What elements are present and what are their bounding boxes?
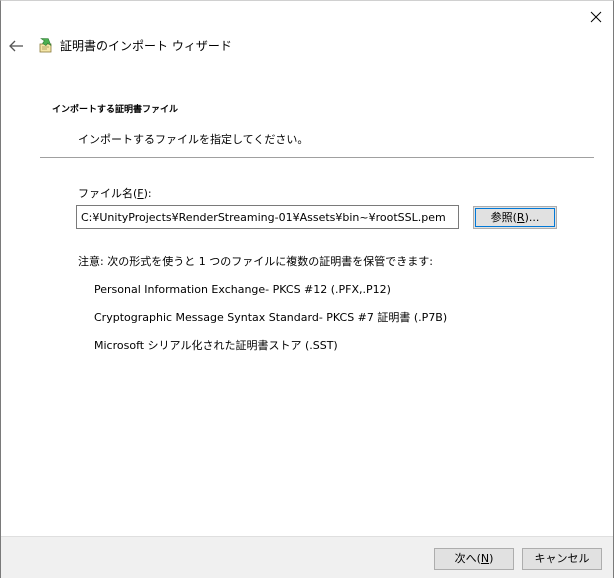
format-item-sst: Microsoft シリアル化された証明書ストア (.SST): [94, 339, 338, 352]
file-name-input[interactable]: [76, 205, 459, 229]
browse-button[interactable]: 参照(R)...: [473, 206, 557, 229]
section-heading: インポートする証明書ファイル: [52, 105, 179, 115]
back-arrow-icon: [9, 40, 23, 52]
close-icon: [590, 11, 602, 23]
format-item-p7b: Cryptographic Message Syntax Standard- P…: [94, 311, 448, 324]
file-name-label: ファイル名(F):: [78, 187, 152, 200]
certificate-import-icon: [37, 37, 55, 55]
certificate-import-wizard-window: 証明書のインポート ウィザード インポートする証明書ファイル インポートするファ…: [0, 0, 614, 578]
next-button[interactable]: 次へ(N): [434, 548, 514, 570]
format-note: 注意: 次の形式を使うと 1 つのファイルに複数の証明書を保管できます:: [78, 255, 433, 268]
wizard-footer: 次へ(N) キャンセル: [1, 536, 613, 578]
close-button[interactable]: [584, 7, 608, 27]
format-item-pfx: Personal Information Exchange- PKCS #12 …: [94, 283, 391, 296]
cancel-button[interactable]: キャンセル: [522, 548, 602, 570]
wizard-title: 証明書のインポート ウィザード: [60, 39, 232, 53]
back-button[interactable]: [7, 37, 27, 55]
section-description: インポートするファイルを指定してください。: [78, 133, 309, 146]
header-divider: [40, 157, 594, 158]
